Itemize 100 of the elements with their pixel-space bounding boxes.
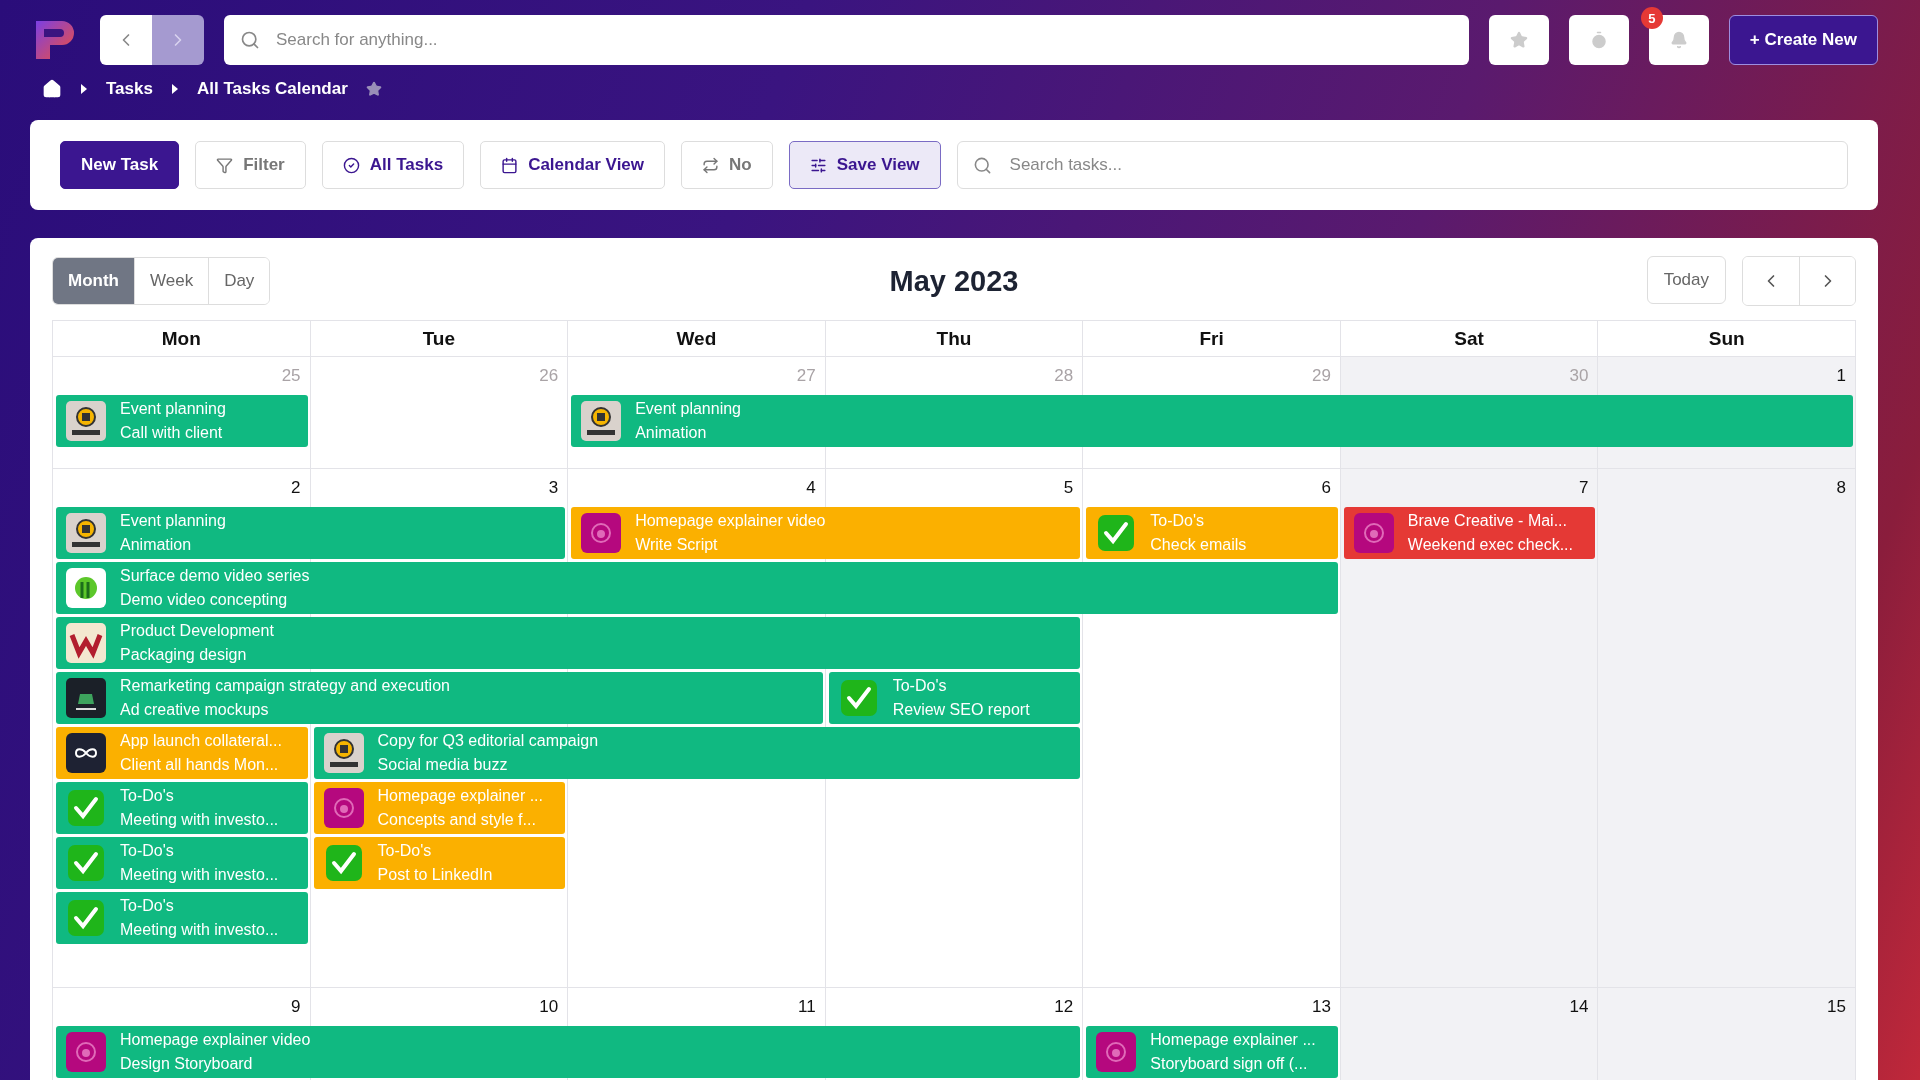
toolbar-button[interactable]: Filter (195, 141, 306, 189)
calendar-event[interactable]: Copy for Q3 editorial campaign Social media buzz (313, 727, 1081, 779)
stopwatch-icon (1589, 31, 1608, 49)
search-icon (972, 155, 992, 175)
event-title: Product Development (120, 622, 274, 640)
event-title: App launch collateral... (120, 732, 282, 750)
event-title: To-Do's (120, 842, 175, 860)
toolbar-button[interactable]: All Tasks (321, 141, 465, 189)
event-title: To-Do's (120, 787, 175, 805)
event-subtitle: Animation (120, 536, 193, 554)
event-title: Homepage explainer video (120, 1031, 311, 1049)
notifications-button[interactable] (1648, 15, 1709, 65)
calendar-event[interactable]: Product Development Packaging design (56, 617, 1081, 669)
calendar-event[interactable]: To-Do's Post to LinkedIn (313, 837, 566, 889)
date-number: 28 (1054, 366, 1074, 386)
check-box-icon (323, 843, 364, 883)
lion-head-icon (1353, 513, 1394, 553)
date-number: 8 (1836, 478, 1846, 498)
event-title: Event planning (120, 512, 226, 530)
date-number: 15 (1827, 997, 1846, 1017)
star-icon (1509, 31, 1528, 49)
event-title: To-Do's (892, 677, 948, 695)
calendar-event[interactable]: Event planning Animation (571, 395, 1853, 447)
event-subtitle: Meeting with investo... (120, 811, 279, 829)
calendar-event[interactable]: To-Do's Meeting with investo... (56, 837, 308, 889)
calendar-event[interactable]: Event planning Call with client (56, 395, 308, 447)
calendar-event[interactable]: Remarketing campaign strategy and execution Ad creative mockups (56, 672, 823, 724)
calendar-icon (501, 156, 519, 174)
infinity-logo-icon (66, 733, 106, 773)
date-number: 6 (1321, 478, 1331, 498)
calendar-event[interactable]: Brave Creative - Mai... Weekend exec check... (1343, 507, 1596, 559)
date-number: 11 (798, 997, 816, 1017)
w-logo-icon (66, 623, 106, 663)
leaf-logo-icon (66, 568, 106, 608)
calendar-event[interactable]: To-Do's Check emails (1086, 507, 1338, 559)
filter-icon (216, 156, 234, 174)
notification-count: 5 (1640, 7, 1663, 29)
event-title: Copy for Q3 editorial campaign (377, 732, 599, 750)
event-subtitle: Concepts and style f... (377, 811, 537, 829)
event-title: Homepage explainer ... (377, 787, 543, 805)
check-box-icon (66, 898, 106, 938)
event-subtitle: Write Script (635, 536, 719, 554)
calendar-event[interactable]: Homepage explainer video Write Script (571, 507, 1081, 559)
date-number: 27 (796, 366, 816, 386)
event-subtitle: Call with client (120, 424, 224, 442)
event-subtitle: Meeting with investo... (120, 866, 279, 884)
date-number: 12 (1054, 997, 1074, 1017)
date-number: 4 (806, 478, 816, 498)
calendar-event[interactable]: App launch collateral... Client all hands Mon... (56, 727, 308, 779)
date-number: 30 (1569, 366, 1589, 386)
calendar-event[interactable]: To-Do's Meeting with investo... (56, 892, 308, 944)
breadcrumb-link[interactable]: Tasks (106, 79, 153, 99)
task-search-field[interactable]: Search tasks... (956, 141, 1848, 189)
toolbar-button[interactable]: New Task (60, 141, 180, 189)
date-number: 9 (291, 997, 301, 1017)
lion-head-icon (581, 513, 622, 553)
event-subtitle: Review SEO report (892, 701, 1030, 719)
event-title: Event planning (635, 400, 741, 418)
event-subtitle: Client all hands Mon... (120, 756, 280, 774)
check-box-icon (66, 843, 106, 883)
calendar-event[interactable]: To-Do's Meeting with investo... (56, 782, 308, 834)
date-number: 29 (1311, 366, 1331, 386)
favorites-button[interactable] (1488, 15, 1549, 65)
brewery-badge-icon (323, 733, 364, 773)
view-tab[interactable]: Day (208, 258, 270, 304)
star-icon[interactable] (365, 81, 382, 97)
home-icon[interactable] (42, 79, 62, 99)
calendar-event[interactable]: Surface demo video series Demo video concepting (56, 562, 1338, 614)
toolbar-button[interactable]: Save View (788, 141, 941, 189)
calendar-event[interactable]: Homepage explainer ... Storyboard sign off (... (1086, 1026, 1338, 1078)
toolbar-button[interactable]: No (681, 141, 773, 189)
repeat-icon (702, 156, 720, 174)
event-subtitle: Check emails (1150, 536, 1247, 554)
create-new-button[interactable]: + Create New (1728, 15, 1878, 65)
view-tab[interactable]: Month (53, 258, 134, 304)
toolbar-button[interactable]: Calendar View (480, 141, 666, 189)
event-subtitle: Ad creative mockups (120, 701, 270, 719)
event-title: To-Do's (1150, 512, 1205, 530)
global-search-field[interactable]: Search for anything... (224, 15, 1469, 65)
date-number: 10 (539, 997, 559, 1017)
bell-icon (1669, 31, 1688, 49)
lion-head-icon (1096, 1032, 1137, 1072)
calendar-event[interactable]: Homepage explainer video Design Storyboard (56, 1026, 1081, 1078)
event-subtitle: Packaging design (120, 646, 248, 664)
search-icon (240, 30, 260, 50)
check-circle-icon (342, 156, 360, 174)
date-number: 3 (548, 478, 559, 498)
event-subtitle: Storyboard sign off (... (1150, 1055, 1309, 1073)
event-title: To-Do's (120, 897, 175, 915)
event-subtitle: Animation (635, 424, 708, 442)
check-box-icon (838, 678, 879, 718)
shop-logo-icon (66, 678, 106, 718)
calendar-event[interactable]: Homepage explainer ... Concepts and style f... (313, 782, 566, 834)
breadcrumb-link[interactable]: All Tasks Calendar (196, 79, 348, 99)
event-title: Homepage explainer video (635, 512, 826, 530)
today-button[interactable]: Today (1646, 256, 1726, 304)
calendar-event[interactable]: Event planning Animation (56, 507, 566, 559)
timer-button[interactable] (1568, 15, 1629, 65)
month-title: May 2023 (889, 264, 1019, 298)
calendar-event[interactable]: To-Do's Review SEO report (828, 672, 1081, 724)
